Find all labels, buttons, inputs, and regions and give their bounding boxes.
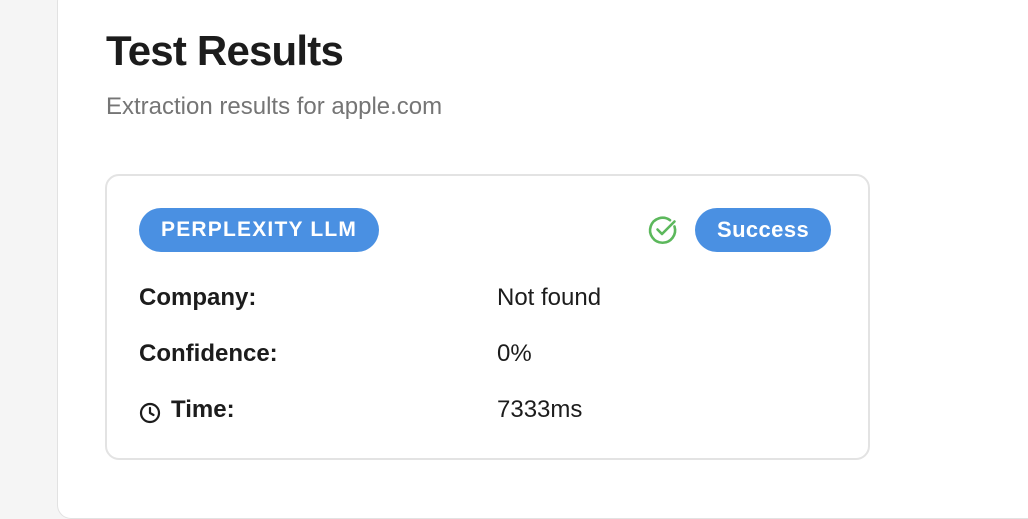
check-circle-icon: [647, 214, 679, 246]
clock-icon: [139, 399, 161, 424]
company-value: Not found: [497, 284, 602, 311]
time-value: 7333ms: [497, 396, 583, 423]
provider-badge: PERPLEXITY LLM: [139, 208, 380, 252]
time-label-group: Time:: [139, 392, 235, 428]
page-subtitle: Extraction results for apple.com: [106, 93, 443, 120]
confidence-label: Confidence:: [139, 340, 278, 367]
page-title: Test Results: [106, 27, 344, 74]
confidence-value: 0%: [497, 340, 532, 367]
detail-row-confidence: Confidence: 0%: [139, 336, 839, 372]
time-label: Time:: [171, 396, 235, 423]
detail-row-company: Company: Not found: [139, 280, 839, 316]
result-card: PERPLEXITY LLM Success Company: Not foun…: [105, 174, 870, 460]
detail-row-time: Time: 7333ms: [139, 392, 839, 428]
status-badge: Success: [695, 208, 832, 252]
company-label: Company:: [139, 284, 257, 311]
